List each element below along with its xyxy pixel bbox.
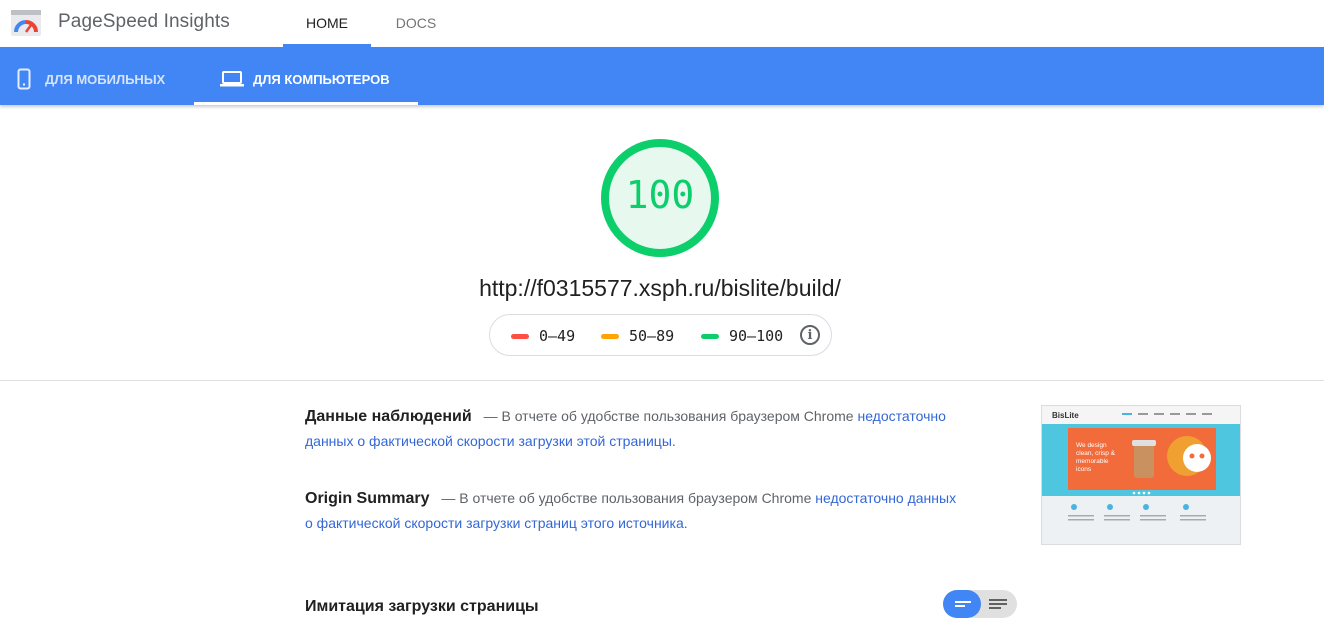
info-icon[interactable]: i (800, 325, 820, 345)
screenshot-logo: BisLite (1052, 411, 1079, 420)
top-bar: PageSpeed Insights HOME DOCS (0, 0, 1324, 47)
tab-docs[interactable]: DOCS (372, 0, 460, 47)
tab-mobile[interactable]: ДЛЯ МОБИЛЬНЫХ (0, 47, 186, 105)
view-toggle-bars[interactable] (943, 590, 981, 618)
bars-view-icon (955, 601, 971, 607)
laptop-icon (220, 71, 244, 87)
origin-summary-text: В отчете об удобстве пользования браузер… (459, 490, 812, 506)
tab-desktop[interactable]: ДЛЯ КОМПЬЮТЕРОВ (194, 47, 418, 105)
list-view-icon (989, 599, 1007, 609)
pagespeed-logo-icon[interactable] (11, 10, 41, 36)
origin-summary-end: . (683, 515, 688, 531)
svg-text:clean, crisp &: clean, crisp & (1076, 450, 1116, 457)
score-legend: 0–49 50–89 90–100 i (489, 314, 832, 356)
tab-mobile-label: ДЛЯ МОБИЛЬНЫХ (45, 72, 166, 87)
tab-desktop-label: ДЛЯ КОМПЬЮТЕРОВ (253, 72, 390, 87)
page-screenshot: BisLite We design clean, crisp & memorab… (1041, 405, 1241, 545)
view-toggle-list[interactable] (981, 590, 1017, 618)
svg-text:icons: icons (1076, 466, 1092, 473)
device-tab-bar: ДЛЯ МОБИЛЬНЫХ ДЛЯ КОМПЬЮТЕРОВ (0, 47, 1324, 105)
brand-title[interactable]: PageSpeed Insights (58, 11, 230, 33)
origin-summary-title: Origin Summary (305, 490, 430, 507)
field-data-section: Данные наблюдений — В отчете об удобстве… (305, 404, 965, 454)
field-data-text: В отчете об удобстве пользования браузер… (501, 408, 854, 424)
legend-swatch-poor (511, 334, 529, 339)
view-toggle (943, 590, 1017, 618)
legend-swatch-good (701, 334, 719, 339)
field-data-title: Данные наблюдений (305, 408, 472, 425)
origin-summary-section: Origin Summary — В отчете об удобстве по… (305, 486, 965, 536)
divider (0, 380, 1324, 381)
legend-label-poor: 0–49 (539, 327, 576, 345)
tab-home[interactable]: HOME (283, 0, 371, 47)
origin-summary-dash: — (441, 490, 456, 506)
svg-text:We design: We design (1076, 442, 1107, 449)
page-screenshot-image: BisLite We design clean, crisp & memorab… (1042, 406, 1240, 544)
score-value: 100 (625, 173, 695, 217)
lab-data-title: Имитация загрузки страницы (305, 598, 539, 615)
legend-swatch-average (601, 334, 619, 339)
legend-label-good: 90–100 (729, 327, 784, 345)
tested-url: http://f0315577.xsph.ru/bislite/build/ (479, 275, 841, 301)
smartphone-icon (17, 68, 31, 90)
field-data-dash: — (483, 408, 498, 424)
svg-text:memorable: memorable (1076, 458, 1109, 465)
field-data-end: . (671, 433, 676, 449)
legend-label-average: 50–89 (629, 327, 675, 345)
